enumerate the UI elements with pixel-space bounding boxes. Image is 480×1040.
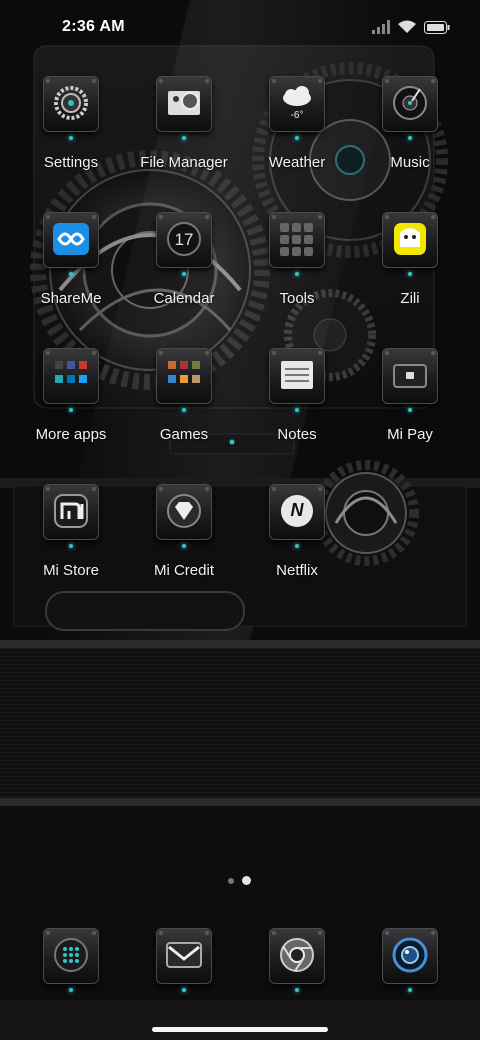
more-apps-indicator-dot — [69, 408, 73, 412]
games-folder-icon — [156, 348, 212, 404]
file-manager-icon — [156, 76, 212, 132]
settings-indicator-dot — [69, 136, 73, 140]
app-label: Mi Pay — [387, 426, 433, 443]
signal-icon — [372, 20, 390, 39]
app-label: Zili — [400, 290, 420, 307]
mi-credit-indicator-dot — [182, 544, 186, 548]
page-dot-2-active[interactable] — [242, 876, 251, 885]
shareme-indicator-dot — [69, 272, 73, 276]
app-mi-credit[interactable]: Mi Credit — [128, 480, 240, 610]
folder-tools[interactable]: Tools — [241, 208, 353, 338]
dock-messages[interactable] — [128, 924, 240, 1004]
app-calendar[interactable]: 17 Calendar — [128, 208, 240, 338]
camera-indicator-dot — [408, 988, 412, 992]
dock-camera[interactable] — [354, 924, 466, 1004]
dock-phone[interactable] — [15, 924, 127, 1004]
settings-icon — [43, 76, 99, 132]
netflix-letter: N — [290, 500, 304, 520]
app-mi-store[interactable]: Mi Store — [15, 480, 127, 610]
mi-pay-icon — [382, 348, 438, 404]
games-indicator-dot — [182, 408, 186, 412]
app-notes[interactable]: Notes — [241, 344, 353, 474]
mi-credit-icon — [156, 484, 212, 540]
app-music[interactable]: Music — [354, 72, 466, 202]
music-indicator-dot — [408, 136, 412, 140]
wifi-icon — [398, 20, 416, 39]
gesture-navigation-bar[interactable] — [152, 1027, 328, 1032]
app-weather[interactable]: -6° Weather — [241, 72, 353, 202]
messages-icon — [156, 928, 212, 984]
calendar-icon: 17 — [156, 212, 212, 268]
mi-store-indicator-dot — [69, 544, 73, 548]
status-bar: 2:36 AM — [0, 0, 480, 52]
notes-indicator-dot — [295, 408, 299, 412]
page-dot-1[interactable] — [228, 877, 234, 884]
calendar-indicator-dot — [182, 272, 186, 276]
status-time: 2:36 AM — [62, 18, 125, 35]
battery-icon — [424, 20, 450, 39]
tools-indicator-dot — [295, 272, 299, 276]
app-mi-pay[interactable]: Mi Pay — [354, 344, 466, 474]
music-icon — [382, 76, 438, 132]
weather-temperature: -6° — [290, 110, 304, 121]
app-settings[interactable]: Settings — [15, 72, 127, 202]
zili-indicator-dot — [408, 272, 412, 276]
app-shareme[interactable]: ShareMe — [15, 208, 127, 338]
netflix-indicator-dot — [295, 544, 299, 548]
chrome-icon — [269, 928, 325, 984]
more-apps-folder-icon — [43, 348, 99, 404]
weather-indicator-dot — [295, 136, 299, 140]
folder-games[interactable]: Games — [128, 344, 240, 474]
page-indicator[interactable] — [228, 876, 251, 885]
app-netflix[interactable]: N Netflix — [241, 480, 353, 610]
folder-more-apps[interactable]: More apps — [15, 344, 127, 474]
weather-icon: -6° — [269, 76, 325, 132]
app-file-manager[interactable]: File Manager — [128, 72, 240, 202]
app-label: Music — [390, 154, 430, 171]
mi-pay-indicator-dot — [408, 408, 412, 412]
calendar-day: 17 — [174, 230, 194, 249]
shareme-icon — [43, 212, 99, 268]
app-label: Netflix — [276, 562, 318, 579]
app-zili[interactable]: Zili — [354, 208, 466, 338]
messages-indicator-dot — [182, 988, 186, 992]
phone-dialer-icon — [43, 928, 99, 984]
tools-folder-icon — [269, 212, 325, 268]
chrome-indicator-dot — [295, 988, 299, 992]
dock-chrome[interactable] — [241, 924, 353, 1004]
file-manager-indicator-dot — [182, 136, 186, 140]
phone-indicator-dot — [69, 988, 73, 992]
notes-icon — [269, 348, 325, 404]
zili-icon — [382, 212, 438, 268]
netflix-icon: N — [269, 484, 325, 540]
mi-store-icon — [43, 484, 99, 540]
camera-icon — [382, 928, 438, 984]
